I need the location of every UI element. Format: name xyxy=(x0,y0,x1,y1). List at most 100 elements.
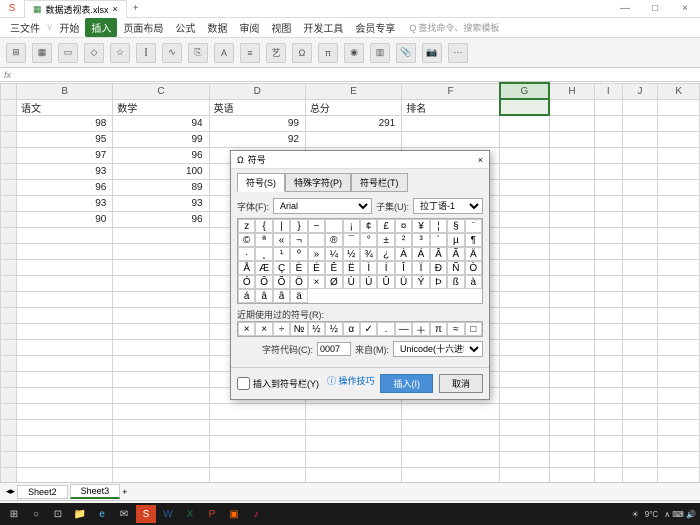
char-cell[interactable]: Î xyxy=(395,261,412,275)
char-cell[interactable]: z xyxy=(238,219,255,233)
mail-icon[interactable]: ✉ xyxy=(114,505,134,523)
char-cell[interactable]: ³ xyxy=(412,233,429,247)
insert-button[interactable]: 插入(I) xyxy=(380,374,433,393)
app-icon[interactable]: S xyxy=(136,505,156,523)
char-cell[interactable]: Ë xyxy=(343,261,360,275)
insert-to-bar-checkbox[interactable]: 插入到符号栏(Y) xyxy=(237,374,319,393)
char-cell[interactable]: { xyxy=(255,219,272,233)
char-cell[interactable]: Ò xyxy=(465,261,482,275)
char-cell[interactable]: Ý xyxy=(412,275,429,289)
char-cell[interactable]: Ï xyxy=(412,261,429,275)
char-cell[interactable]: Í xyxy=(377,261,394,275)
char-cell[interactable]: µ xyxy=(447,233,464,247)
char-cell[interactable]: № xyxy=(290,322,307,336)
file-tab[interactable]: ▦ 数据透视表.xlsx × xyxy=(24,0,127,18)
char-cell[interactable]: ¡ xyxy=(343,219,360,233)
char-cell[interactable]: ß xyxy=(447,275,464,289)
char-cell[interactable]: — xyxy=(395,322,412,336)
char-cell[interactable]: ° xyxy=(360,233,377,247)
char-cell[interactable]: ¹ xyxy=(273,247,290,261)
char-cell[interactable]: □ xyxy=(465,322,482,336)
ribbon-image-icon[interactable]: ▭ xyxy=(58,43,78,63)
char-cell[interactable]: ~ xyxy=(308,219,325,233)
char-cell[interactable]: Ú xyxy=(360,275,377,289)
char-cell[interactable]: . xyxy=(377,322,394,336)
ribbon-equation-icon[interactable]: π xyxy=(318,43,338,63)
char-cell[interactable]: Â xyxy=(430,247,447,261)
sheet-tab[interactable]: Sheet3 xyxy=(70,484,121,499)
char-cell[interactable] xyxy=(325,219,342,233)
char-cell[interactable]: Ê xyxy=(325,261,342,275)
char-cell[interactable]: Á xyxy=(412,247,429,261)
char-cell[interactable]: § xyxy=(447,219,464,233)
char-cell[interactable]: ✓ xyxy=(360,322,377,336)
tab-bar[interactable]: 符号栏(T) xyxy=(351,173,408,192)
app3-icon[interactable]: ♪ xyxy=(246,505,266,523)
subset-select[interactable]: 拉丁语-1 xyxy=(413,198,483,214)
ribbon-sparkline-icon[interactable]: ∿ xyxy=(162,43,182,63)
ribbon-camera-icon[interactable]: 📷 xyxy=(422,43,442,63)
char-cell[interactable]: Ä xyxy=(465,247,482,261)
char-cell[interactable]: ª xyxy=(255,233,272,247)
tab-special[interactable]: 特殊字符(P) xyxy=(285,173,351,192)
char-cell[interactable]: ¢ xyxy=(360,219,377,233)
ribbon-symbol-icon[interactable]: Ω xyxy=(292,43,312,63)
cancel-button[interactable]: 取消 xyxy=(439,374,483,393)
char-cell[interactable]: ä xyxy=(290,289,307,303)
ribbon-textbox-icon[interactable]: A xyxy=(214,43,234,63)
ribbon-slicer-icon[interactable]: ▥ xyxy=(370,43,390,63)
char-cell[interactable]: Û xyxy=(377,275,394,289)
char-cell[interactable]: º xyxy=(290,247,307,261)
menu-formula[interactable]: 公式 xyxy=(169,18,201,37)
char-cell[interactable]: × xyxy=(255,322,272,336)
maximize-icon[interactable]: □ xyxy=(640,3,670,14)
word-icon[interactable]: W xyxy=(158,505,178,523)
add-sheet-button[interactable]: + xyxy=(122,487,127,497)
font-select[interactable]: Arial xyxy=(273,198,372,214)
char-cell[interactable]: â xyxy=(255,289,272,303)
char-cell[interactable]: ＋ xyxy=(412,322,429,336)
char-cell[interactable]: ¤ xyxy=(395,219,412,233)
char-cell[interactable]: È xyxy=(290,261,307,275)
char-cell[interactable]: Ø xyxy=(325,275,342,289)
char-cell[interactable]: Å xyxy=(238,261,255,275)
char-cell[interactable]: ¶ xyxy=(465,233,482,247)
char-cell[interactable]: Ã xyxy=(447,247,464,261)
ribbon-shape-icon[interactable]: ◇ xyxy=(84,43,104,63)
char-cell[interactable]: © xyxy=(238,233,255,247)
char-cell[interactable]: à xyxy=(465,275,482,289)
char-cell[interactable]: π xyxy=(430,322,447,336)
char-cell[interactable]: ± xyxy=(377,233,394,247)
char-cell[interactable]: » xyxy=(308,247,325,261)
ribbon-chart-icon[interactable]: ⫿ xyxy=(136,43,156,63)
char-cell[interactable]: Ð xyxy=(430,261,447,275)
dialog-close-icon[interactable]: × xyxy=(478,155,483,165)
char-cell[interactable]: ½ xyxy=(308,322,325,336)
tab-nav-icon[interactable]: ◂▸ xyxy=(6,486,15,497)
formula-bar[interactable]: fx xyxy=(0,68,700,82)
char-cell[interactable]: ¾ xyxy=(360,247,377,261)
ribbon-header-icon[interactable]: ≡ xyxy=(240,43,260,63)
explorer-icon[interactable]: 📁 xyxy=(70,505,90,523)
menu-member[interactable]: 会员专享 xyxy=(349,18,401,37)
char-cell[interactable]: £ xyxy=(377,219,394,233)
from-select[interactable]: Unicode(十六进制) xyxy=(393,341,483,357)
tab-symbols[interactable]: 符号(S) xyxy=(237,173,285,192)
menu-review[interactable]: 审阅 xyxy=(233,18,265,37)
taskview-icon[interactable]: ⊡ xyxy=(48,505,68,523)
ribbon-object-icon[interactable]: ◉ xyxy=(344,43,364,63)
ribbon-wordart-icon[interactable]: 艺 xyxy=(266,43,286,63)
dialog-titlebar[interactable]: Ω 符号 × xyxy=(231,151,489,169)
edge-icon[interactable]: e xyxy=(92,505,112,523)
char-cell[interactable]: ¿ xyxy=(377,247,394,261)
ribbon-link-icon[interactable]: ⎘ xyxy=(188,43,208,63)
char-cell[interactable]: ¥ xyxy=(412,219,429,233)
char-cell[interactable]: Þ xyxy=(430,275,447,289)
char-cell[interactable]: ¨ xyxy=(465,219,482,233)
char-cell[interactable]: Ó xyxy=(238,275,255,289)
ppt-icon[interactable]: P xyxy=(202,505,222,523)
system-tray[interactable]: ☀ 9°C ∧ ⌨ 🔊 xyxy=(632,510,696,519)
char-cell[interactable]: Ô xyxy=(255,275,272,289)
menu-data[interactable]: 数据 xyxy=(201,18,233,37)
char-cell[interactable]: Ç xyxy=(273,261,290,275)
